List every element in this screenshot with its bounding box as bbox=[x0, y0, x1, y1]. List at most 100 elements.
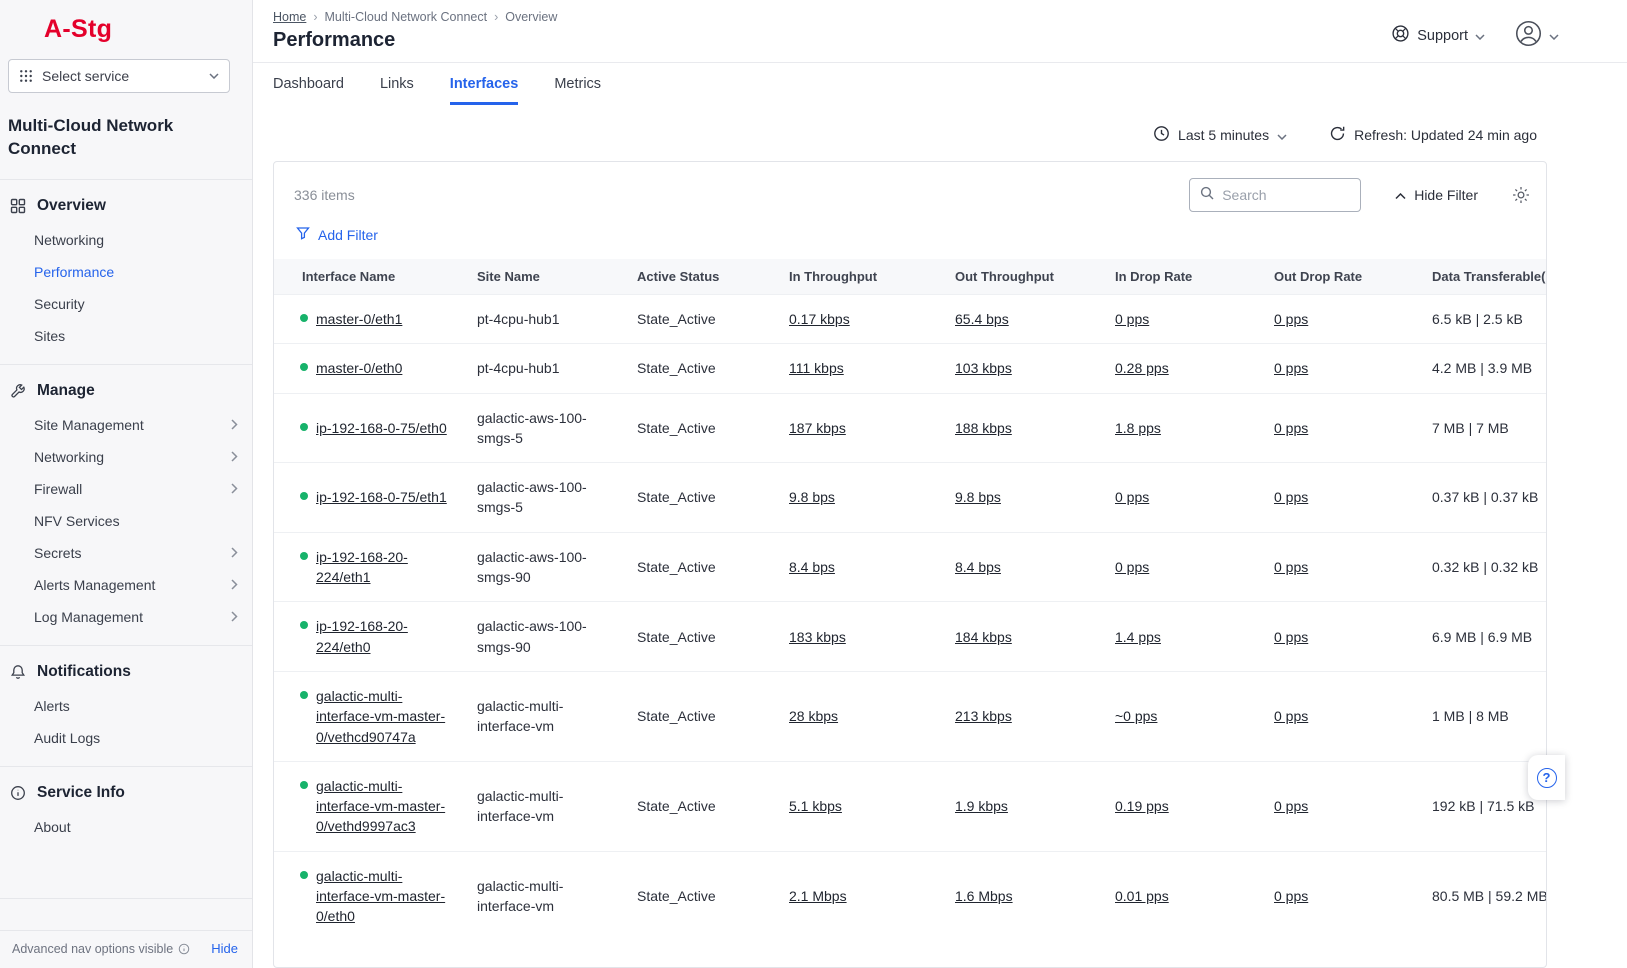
hide-filter-button[interactable]: Hide Filter bbox=[1395, 187, 1478, 203]
out-drop-rate-link[interactable]: 0 pps bbox=[1274, 708, 1308, 724]
nav-section-header-overview[interactable]: Overview bbox=[0, 192, 252, 224]
out-drop-rate-link[interactable]: 0 pps bbox=[1274, 311, 1308, 327]
interface-name-link[interactable]: ip-192-168-20-224/eth0 bbox=[316, 616, 451, 657]
sidebar-item-log-management[interactable]: Log Management bbox=[0, 601, 252, 633]
column-header-out-drop-rate[interactable]: Out Drop Rate bbox=[1262, 259, 1420, 295]
tab-bar: Dashboard Links Interfaces Metrics bbox=[253, 63, 1627, 105]
out-drop-rate-link[interactable]: 0 pps bbox=[1274, 888, 1308, 904]
interface-name-link[interactable]: galactic-multi-interface-vm-master-0/vet… bbox=[316, 776, 451, 837]
user-menu[interactable] bbox=[1515, 20, 1559, 51]
sidebar-item-label: Log Management bbox=[34, 609, 143, 625]
column-header-in-throughput[interactable]: In Throughput bbox=[777, 259, 943, 295]
out-throughput-link[interactable]: 1.6 Mbps bbox=[955, 888, 1013, 904]
out-throughput-link[interactable]: 1.9 kbps bbox=[955, 798, 1008, 814]
interface-name-link[interactable]: ip-192-168-20-224/eth1 bbox=[316, 547, 451, 588]
nav-section-header-notifications[interactable]: Notifications bbox=[0, 658, 252, 690]
sidebar-item-sites[interactable]: Sites bbox=[0, 320, 252, 352]
help-button[interactable]: ? bbox=[1528, 755, 1565, 800]
sidebar-item-networking[interactable]: Networking bbox=[0, 224, 252, 256]
info-icon bbox=[10, 785, 26, 801]
in-drop-rate-link[interactable]: 0 pps bbox=[1115, 489, 1149, 505]
interface-name-link[interactable]: master-0/eth0 bbox=[316, 358, 402, 378]
sidebar-item-about[interactable]: About bbox=[0, 811, 252, 843]
out-drop-rate-link[interactable]: 0 pps bbox=[1274, 420, 1308, 436]
column-header-out-throughput[interactable]: Out Throughput bbox=[943, 259, 1103, 295]
tab-links[interactable]: Links bbox=[380, 76, 414, 105]
column-header-active-status[interactable]: Active Status bbox=[625, 259, 777, 295]
out-throughput-link[interactable]: 9.8 bps bbox=[955, 489, 1001, 505]
interface-name-link[interactable]: ip-192-168-0-75/eth1 bbox=[316, 487, 447, 507]
in-throughput-link[interactable]: 5.1 kbps bbox=[789, 798, 842, 814]
interface-name-link[interactable]: ip-192-168-0-75/eth0 bbox=[316, 418, 447, 438]
sidebar-item-firewall[interactable]: Firewall bbox=[0, 473, 252, 505]
site-name: galactic-multi-interface-vm bbox=[477, 878, 563, 914]
hide-advanced-nav-link[interactable]: Hide bbox=[211, 941, 238, 956]
tab-interfaces[interactable]: Interfaces bbox=[450, 76, 519, 105]
out-throughput-link[interactable]: 8.4 bps bbox=[955, 559, 1001, 575]
in-throughput-link[interactable]: 9.8 bps bbox=[789, 489, 835, 505]
sidebar-footer: Advanced nav options visible Hide bbox=[0, 898, 252, 968]
interface-name-link[interactable]: master-0/eth1 bbox=[316, 309, 402, 329]
sidebar-item-security[interactable]: Security bbox=[0, 288, 252, 320]
in-throughput-link[interactable]: 111 kbps bbox=[789, 360, 844, 376]
sidebar-item-label: Audit Logs bbox=[34, 730, 100, 746]
column-header-data-transferable-in[interactable]: Data Transferable(In bbox=[1420, 259, 1546, 295]
in-throughput-link[interactable]: 8.4 bps bbox=[789, 559, 835, 575]
out-throughput-link[interactable]: 213 kbps bbox=[955, 708, 1012, 724]
gear-icon[interactable] bbox=[1512, 186, 1530, 204]
support-menu[interactable]: Support bbox=[1391, 24, 1485, 47]
tab-dashboard[interactable]: Dashboard bbox=[273, 76, 344, 105]
active-status: State_Active bbox=[637, 420, 716, 436]
sidebar-item-site-management[interactable]: Site Management bbox=[0, 409, 252, 441]
column-header-in-drop-rate[interactable]: In Drop Rate bbox=[1103, 259, 1262, 295]
nav-section-header-service-info[interactable]: Service Info bbox=[0, 779, 252, 811]
in-throughput-link[interactable]: 28 kbps bbox=[789, 708, 838, 724]
in-drop-rate-link[interactable]: 1.8 pps bbox=[1115, 420, 1161, 436]
in-throughput-link[interactable]: 183 kbps bbox=[789, 629, 846, 645]
breadcrumb-item-home[interactable]: Home bbox=[273, 10, 306, 24]
brand-logo[interactable]: A-Stg bbox=[0, 0, 252, 57]
interface-name-link[interactable]: galactic-multi-interface-vm-master-0/vet… bbox=[316, 686, 451, 747]
sidebar-item-nfv-services[interactable]: NFV Services bbox=[0, 505, 252, 537]
status-dot-icon bbox=[300, 423, 308, 431]
in-drop-rate-link[interactable]: 0 pps bbox=[1115, 559, 1149, 575]
add-filter-button[interactable]: Add Filter bbox=[274, 220, 1546, 259]
out-throughput-link[interactable]: 184 kbps bbox=[955, 629, 1012, 645]
out-throughput-link[interactable]: 103 kbps bbox=[955, 360, 1012, 376]
breadcrumb-item-multi-cloud-network-connect[interactable]: Multi-Cloud Network Connect bbox=[325, 10, 488, 24]
support-icon bbox=[1391, 24, 1410, 47]
tab-metrics[interactable]: Metrics bbox=[554, 76, 601, 105]
time-range-select[interactable]: Last 5 minutes bbox=[1153, 125, 1287, 145]
in-throughput-link[interactable]: 187 kbps bbox=[789, 420, 846, 436]
out-drop-rate-link[interactable]: 0 pps bbox=[1274, 629, 1308, 645]
site-name: galactic-aws-100-smgs-5 bbox=[477, 479, 587, 515]
search-input[interactable] bbox=[1222, 187, 1350, 203]
in-drop-rate-link[interactable]: 1.4 pps bbox=[1115, 629, 1161, 645]
in-drop-rate-link[interactable]: 0 pps bbox=[1115, 311, 1149, 327]
site-name: galactic-multi-interface-vm bbox=[477, 698, 563, 734]
out-drop-rate-link[interactable]: 0 pps bbox=[1274, 559, 1308, 575]
out-drop-rate-link[interactable]: 0 pps bbox=[1274, 489, 1308, 505]
sidebar-item-alerts[interactable]: Alerts bbox=[0, 690, 252, 722]
interface-name-link[interactable]: galactic-multi-interface-vm-master-0/eth… bbox=[316, 866, 451, 927]
in-throughput-link[interactable]: 2.1 Mbps bbox=[789, 888, 847, 904]
in-drop-rate-link[interactable]: 0.01 pps bbox=[1115, 888, 1169, 904]
out-drop-rate-link[interactable]: 0 pps bbox=[1274, 360, 1308, 376]
in-throughput-link[interactable]: 0.17 kbps bbox=[789, 311, 850, 327]
column-header-interface-name[interactable]: Interface Name bbox=[274, 259, 465, 295]
sidebar-item-performance[interactable]: Performance bbox=[0, 256, 252, 288]
in-drop-rate-link[interactable]: ~0 pps bbox=[1115, 708, 1157, 724]
out-drop-rate-link[interactable]: 0 pps bbox=[1274, 798, 1308, 814]
nav-section-header-manage[interactable]: Manage bbox=[0, 377, 252, 409]
refresh-button[interactable]: Refresh: Updated 24 min ago bbox=[1329, 125, 1537, 145]
sidebar-item-alerts-management[interactable]: Alerts Management bbox=[0, 569, 252, 601]
in-drop-rate-link[interactable]: 0.19 pps bbox=[1115, 798, 1169, 814]
sidebar-item-secrets[interactable]: Secrets bbox=[0, 537, 252, 569]
in-drop-rate-link[interactable]: 0.28 pps bbox=[1115, 360, 1169, 376]
sidebar-item-audit-logs[interactable]: Audit Logs bbox=[0, 722, 252, 754]
column-header-site-name[interactable]: Site Name bbox=[465, 259, 625, 295]
service-selector[interactable]: Select service bbox=[8, 59, 230, 93]
out-throughput-link[interactable]: 188 kbps bbox=[955, 420, 1012, 436]
sidebar-item-networking[interactable]: Networking bbox=[0, 441, 252, 473]
out-throughput-link[interactable]: 65.4 bps bbox=[955, 311, 1009, 327]
